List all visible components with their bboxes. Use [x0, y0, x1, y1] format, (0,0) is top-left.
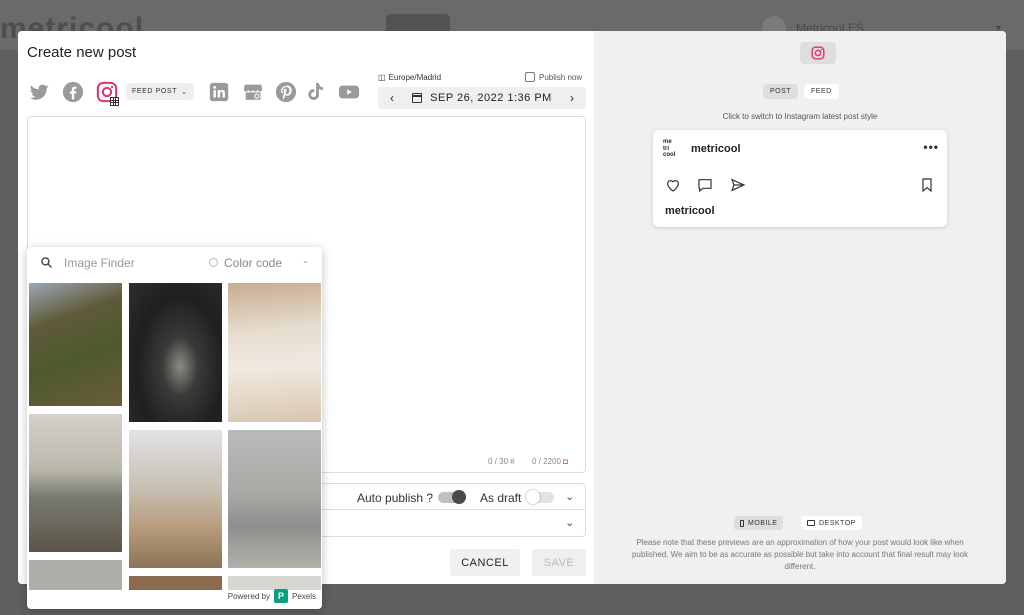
publish-now-toggle[interactable]: Publish now [525, 72, 582, 82]
preview-disclaimer: Please note that these previews are an a… [631, 538, 969, 571]
auto-publish-toggle[interactable] [438, 490, 466, 504]
cancel-button[interactable]: CANCEL [450, 549, 520, 576]
photo-thumbnail[interactable] [228, 283, 321, 422]
powered-by-pexels[interactable]: Powered by P Pexels [228, 589, 316, 603]
color-code-select[interactable]: Color code [224, 256, 282, 270]
timezone-value: Europe/Madrid [388, 73, 442, 82]
date-value: SEP 26, 2022 1:36 PM [430, 92, 552, 104]
photo-thumbnail[interactable] [129, 430, 222, 568]
hashtag-counter: 0 / 30 # [488, 457, 515, 466]
preview-username: metricool [691, 143, 741, 155]
more-options-icon: ••• [923, 140, 939, 154]
photo-thumbnail[interactable] [129, 576, 222, 590]
image-finder-input[interactable]: Image Finder [64, 256, 135, 270]
auto-publish-label: Auto publish ? [357, 491, 434, 505]
heart-icon [667, 180, 679, 192]
comment-icon [698, 179, 712, 193]
photo-thumbnail[interactable] [129, 283, 222, 422]
chevron-left-icon[interactable]: ‹ [386, 91, 398, 105]
tab-post[interactable]: POST [763, 84, 799, 99]
publish-now-checkbox[interactable] [525, 72, 535, 82]
photo-thumbnail[interactable] [29, 283, 122, 406]
preview-caption: metricool [665, 205, 715, 217]
facebook-icon[interactable] [62, 81, 84, 103]
device-desktop-button[interactable]: DESKTOP [801, 516, 862, 530]
metricool-logo: me tri cool [663, 139, 675, 159]
as-draft-label: As draft [480, 491, 522, 505]
powered-by-label: Powered by [227, 591, 270, 601]
grid-icon [110, 97, 119, 106]
linkedin-icon[interactable] [208, 81, 230, 103]
as-draft-toggle[interactable] [526, 490, 554, 504]
timezone-label[interactable]: ◫ Europe/Madrid [378, 73, 441, 82]
preview-hint[interactable]: Click to switch to Instagram latest post… [594, 112, 1006, 121]
color-dot-icon [209, 258, 218, 267]
char-counter: 0 / 2200 ◘ [532, 457, 568, 466]
preview-panel: POST FEED Click to switch to Instagram l… [594, 31, 1006, 584]
hashtag-icon: # [510, 457, 515, 466]
chevron-down-icon[interactable]: ⌄ [302, 256, 309, 265]
save-button[interactable]: SAVE [532, 549, 586, 576]
instagram-post-preview: me tri cool metricool ••• metricool [653, 130, 947, 227]
device-mobile-label: MOBILE [748, 519, 778, 527]
photo-thumbnail[interactable] [29, 560, 122, 590]
date-picker[interactable]: ‹ SEP 26, 2022 1:36 PM › [378, 87, 586, 109]
publish-now-label: Publish now [539, 72, 583, 82]
tiktok-icon[interactable] [305, 81, 327, 103]
chevron-right-icon[interactable]: › [566, 91, 578, 105]
hashtag-count: 0 / 30 [488, 457, 509, 466]
toggle-knob [526, 490, 540, 504]
share-icon [730, 178, 746, 192]
google-business-icon[interactable] [242, 81, 264, 103]
pexels-logo-icon: P [273, 589, 288, 603]
image-finder-popup: Image Finder Color code ⌄ Powered by P P… [27, 247, 322, 609]
toggle-knob [452, 490, 466, 504]
device-mobile-button[interactable]: MOBILE [734, 516, 784, 530]
pinterest-icon[interactable] [275, 81, 297, 103]
modal-title: Create new post [27, 44, 137, 61]
search-icon [41, 257, 52, 268]
youtube-icon[interactable] [338, 81, 360, 103]
bookmark-icon [922, 178, 932, 193]
instagram-icon [811, 46, 825, 60]
globe-icon: ◫ [378, 73, 386, 82]
post-type-select[interactable]: FEED POST ⌄ [126, 83, 194, 100]
desktop-icon [807, 520, 815, 526]
chevron-down-icon[interactable]: ⌄ [565, 490, 574, 503]
instagram-small-icon: ◘ [563, 457, 568, 466]
chevron-down-icon: ⌄ [181, 88, 188, 96]
photo-thumbnail[interactable] [228, 576, 321, 590]
twitter-icon[interactable] [28, 81, 50, 103]
calendar-icon [412, 93, 423, 103]
photo-thumbnail[interactable] [29, 414, 122, 552]
instagram-preview-tab[interactable] [800, 42, 836, 64]
logo-line: cool [663, 152, 676, 158]
mobile-icon [740, 519, 744, 527]
chevron-down-icon[interactable]: ⌄ [565, 516, 574, 529]
device-desktop-label: DESKTOP [819, 519, 856, 527]
char-count: 0 / 2200 [532, 457, 561, 466]
pexels-label: Pexels [291, 591, 316, 601]
post-type-value: FEED POST [132, 88, 178, 95]
tab-feed[interactable]: FEED [804, 84, 839, 99]
photo-thumbnail[interactable] [228, 430, 321, 568]
date-display[interactable]: SEP 26, 2022 1:36 PM [412, 92, 552, 104]
